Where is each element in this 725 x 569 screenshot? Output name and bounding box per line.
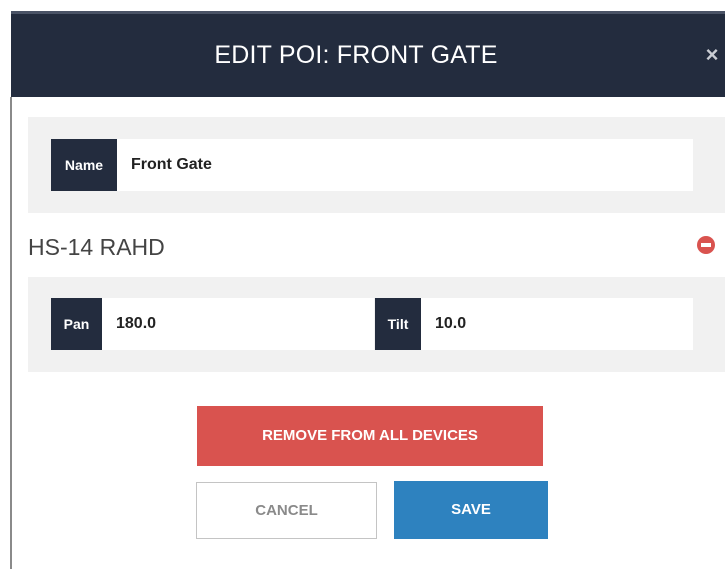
minus-glyph [701,243,711,247]
device-title: HS-14 RAHD [28,234,165,260]
save-button[interactable]: SAVE [394,481,548,539]
remove-from-all-devices-button[interactable]: REMOVE FROM ALL DEVICES [197,406,543,466]
top-strip [0,0,725,11]
name-panel: Name [28,117,725,213]
pan-label: Pan [51,298,102,350]
pan-input[interactable] [102,298,374,350]
close-icon[interactable]: × [703,40,721,70]
tilt-label: Tilt [375,298,421,350]
modal-header: EDIT POI: FRONT GATE × [11,11,725,97]
name-label: Name [51,139,117,191]
page: EDIT POI: FRONT GATE × Name HS-14 RAHD P… [0,0,725,569]
modal-title: EDIT POI: FRONT GATE [214,41,498,69]
ptz-panel: Pan Tilt [28,277,725,372]
cancel-button[interactable]: CANCEL [196,482,377,539]
tilt-input[interactable] [421,298,693,350]
modal-left-border [10,97,12,569]
name-input[interactable] [117,139,693,191]
minus-circle-icon[interactable] [697,236,715,254]
